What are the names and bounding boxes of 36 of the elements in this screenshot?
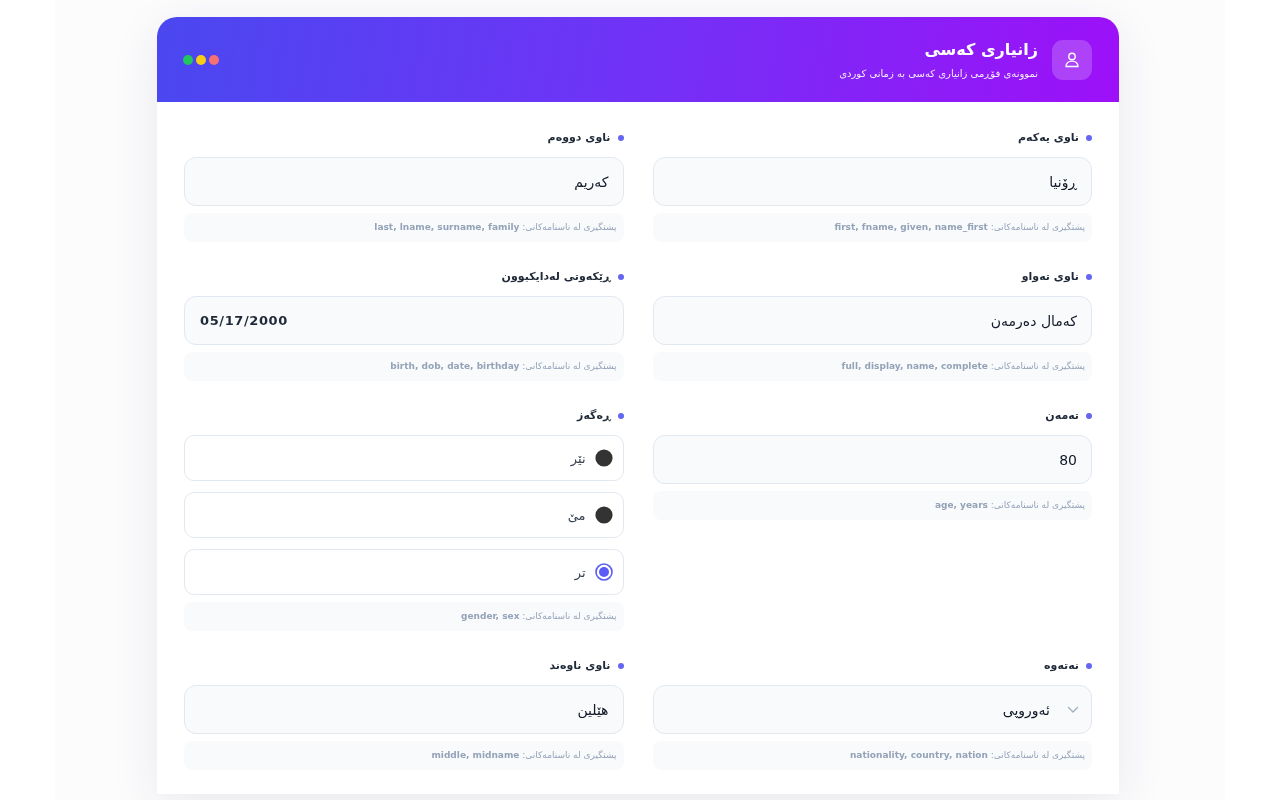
field-label: ڕەگەز — [577, 409, 611, 423]
radio-option[interactable]: نێر — [184, 435, 624, 481]
text-field[interactable]: ڕۆنیا — [652, 157, 1092, 206]
text-field[interactable]: کەمال دەرمەن — [652, 296, 1092, 345]
chevron-down-icon — [1067, 705, 1079, 714]
field-label: ڕێکەوتی لەدایکبوون — [501, 270, 611, 284]
bullet-icon — [1086, 135, 1092, 141]
radio-icon[interactable] — [594, 506, 613, 524]
field-label: ناوی ناوەند — [549, 659, 611, 673]
bullet-icon — [1086, 274, 1092, 280]
date-field[interactable]: 05/17/2000 — [184, 296, 624, 345]
bullet-icon — [617, 274, 624, 280]
field-label: ناوی دووەم — [547, 131, 611, 145]
field-label: نەتەوە — [1044, 659, 1079, 673]
text-field[interactable]: کەریم — [184, 157, 624, 206]
user-icon — [1052, 39, 1092, 80]
field-label: ناوی تەواو — [1021, 270, 1079, 284]
bullet-icon — [617, 135, 624, 141]
text-field[interactable]: هێلین — [184, 685, 624, 734]
window-dot-icon[interactable] — [196, 54, 206, 65]
window-dot-icon[interactable] — [183, 54, 193, 65]
radio-option[interactable]: تر — [184, 549, 624, 595]
dropdown-field[interactable]: ئەوروپی — [652, 685, 1092, 734]
field-label: تەمەن — [1045, 409, 1079, 423]
window-dot-icon[interactable] — [209, 54, 219, 65]
bullet-icon — [1086, 663, 1092, 669]
radio-icon[interactable] — [594, 449, 613, 467]
bullet-icon — [1086, 413, 1092, 419]
window-subtitle: نموونەی فۆڕمی زانیاری کەسی بە زمانی کوردی — [839, 66, 1038, 80]
bullet-icon — [617, 663, 624, 669]
bullet-icon — [617, 413, 624, 419]
radio-icon[interactable] — [594, 563, 613, 581]
field-label: ناوی یەکەم — [1018, 131, 1079, 145]
window-title: زانیاری کەسی — [924, 39, 1038, 60]
number-field[interactable]: 80 — [652, 435, 1092, 484]
radio-option[interactable]: مێ — [184, 492, 624, 538]
